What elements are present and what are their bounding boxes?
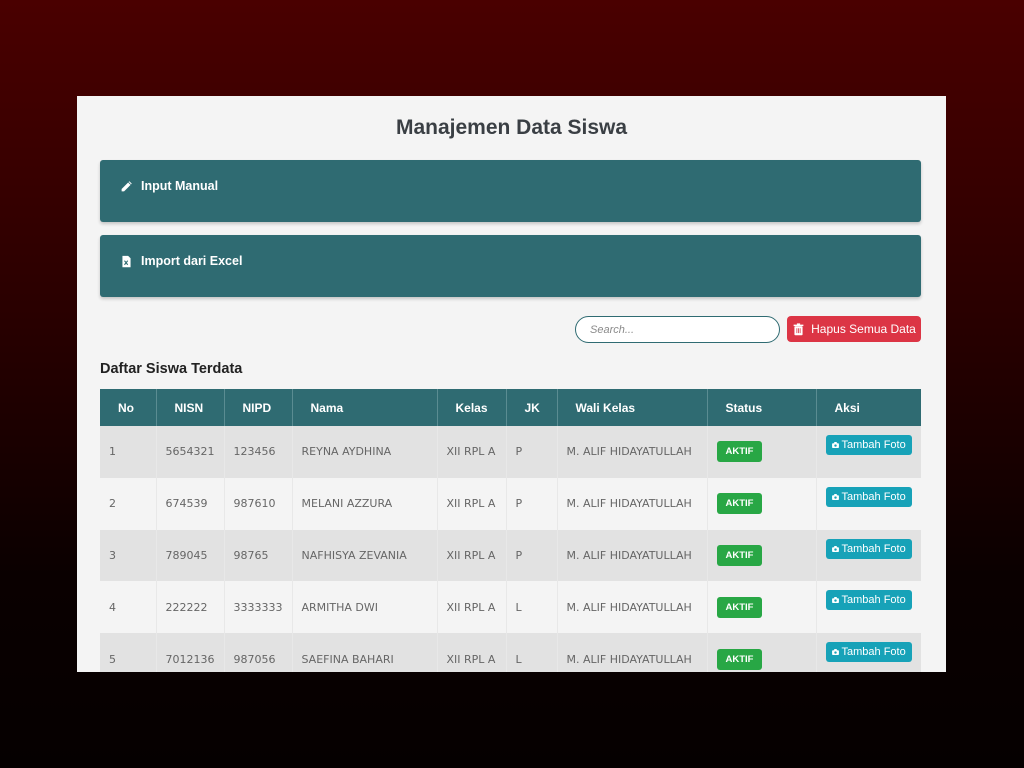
camera-icon [831,493,839,500]
trash-icon [793,322,804,335]
cell-status: AKTIF [707,581,817,634]
cell-aksi: Tambah Foto [816,477,921,530]
input-manual-label: Input Manual [141,179,219,193]
import-excel-section[interactable]: Import dari Excel [100,235,921,297]
cell-wali-kelas: M. ALIF HIDAYATULLAH [557,426,708,478]
table-row: 3 789045 98765 NAFHISYA ZEVANIA XII RPL … [100,529,921,582]
cell-aksi: Tambah Foto [816,426,921,478]
cell-kelas: XII RPL A [437,426,507,478]
add-photo-label: Tambah Foto [841,490,906,503]
cell-nama: SAEFINA BAHARI [292,633,438,672]
cell-no: 2 [100,477,157,530]
col-nipd: NIPD [224,389,293,426]
cell-nisn: 789045 [156,529,225,582]
col-aksi: Aksi [816,389,921,426]
status-badge: AKTIF [716,441,763,463]
page-title: Manajemen Data Siswa [395,116,628,139]
cell-nisn: 5654321 [156,426,225,478]
table-header-row: No NISN NIPD Nama Kelas JK Wali Kelas St… [100,389,921,426]
cell-nisn: 674539 [156,477,225,530]
col-wali-kelas: Wali Kelas [557,389,708,426]
camera-icon [831,597,839,604]
cell-no: 1 [100,426,157,478]
status-badge: AKTIF [716,596,763,618]
add-photo-button[interactable]: Tambah Foto [825,538,912,559]
camera-icon [831,545,839,552]
students-table-wrap: No NISN NIPD Nama Kelas JK Wali Kelas St… [100,389,921,672]
cell-nisn: 222222 [156,581,225,634]
col-status: Status [707,389,817,426]
col-nama: Nama [292,389,438,426]
cell-no: 5 [100,633,157,672]
table-row: 4 222222 3333333 ARMITHA DWI XII RPL A L… [100,581,921,634]
table-row: 2 674539 987610 MELANI AZZURA XII RPL A … [100,477,921,530]
cell-nipd: 123456 [224,426,293,478]
main-panel: Manajemen Data Siswa Input Manual Import… [77,96,946,672]
add-photo-button[interactable]: Tambah Foto [825,435,912,455]
cell-nipd: 987056 [224,633,293,672]
search-input[interactable] [575,316,780,343]
cell-jk: P [506,477,558,530]
cell-jk: P [506,529,558,582]
table-row: 1 5654321 123456 REYNA AYDHINA XII RPL A… [100,426,921,478]
cell-status: AKTIF [707,477,817,530]
list-heading: Daftar Siswa Terdata [100,361,243,377]
cell-nipd: 987610 [224,477,293,530]
add-photo-label: Tambah Foto [841,594,906,607]
add-photo-label: Tambah Foto [841,439,906,451]
cell-no: 4 [100,581,157,634]
cell-aksi: Tambah Foto [816,529,921,582]
cell-wali-kelas: M. ALIF HIDAYATULLAH [557,477,708,530]
cell-nama: ARMITHA DWI [292,581,438,634]
cell-wali-kelas: M. ALIF HIDAYATULLAH [557,581,708,634]
cell-no: 3 [100,529,157,582]
students-table: No NISN NIPD Nama Kelas JK Wali Kelas St… [100,389,921,672]
import-excel-label: Import dari Excel [141,254,243,268]
table-row: 5 7012136 987056 SAEFINA BAHARI XII RPL … [100,633,921,672]
status-badge: AKTIF [716,493,763,515]
cell-kelas: XII RPL A [437,477,507,530]
add-photo-label: Tambah Foto [841,646,906,659]
cell-jk: L [506,633,558,672]
camera-icon [831,649,839,656]
cell-kelas: XII RPL A [437,529,507,582]
cell-nipd: 98765 [224,529,293,582]
add-photo-button[interactable]: Tambah Foto [825,486,912,507]
status-badge: AKTIF [716,648,763,670]
cell-jk: L [506,581,558,634]
col-jk: JK [506,389,558,426]
cell-nama: MELANI AZZURA [292,477,438,530]
cell-status: AKTIF [707,633,817,672]
cell-wali-kelas: M. ALIF HIDAYATULLAH [557,529,708,582]
cell-nama: NAFHISYA ZEVANIA [292,529,438,582]
cell-kelas: XII RPL A [437,581,507,634]
cell-kelas: XII RPL A [437,633,507,672]
col-no: No [100,389,157,426]
delete-all-button[interactable]: Hapus Semua Data [787,316,921,342]
add-photo-button[interactable]: Tambah Foto [825,590,912,611]
input-manual-section[interactable]: Input Manual [100,160,921,222]
cell-nama: REYNA AYDHINA [292,426,438,478]
cell-nisn: 7012136 [156,633,225,672]
delete-all-label: Hapus Semua Data [811,322,916,336]
cell-aksi: Tambah Foto [816,581,921,634]
pencil-icon [121,180,132,191]
excel-file-icon [122,255,131,267]
add-photo-button[interactable]: Tambah Foto [825,642,912,663]
col-kelas: Kelas [437,389,507,426]
add-photo-label: Tambah Foto [841,542,906,555]
cell-wali-kelas: M. ALIF HIDAYATULLAH [557,633,708,672]
cell-status: AKTIF [707,529,817,582]
status-badge: AKTIF [716,544,763,566]
cell-jk: P [506,426,558,478]
cell-status: AKTIF [707,426,817,478]
cell-nipd: 3333333 [224,581,293,634]
camera-icon [831,442,839,448]
cell-aksi: Tambah Foto [816,633,921,672]
col-nisn: NISN [156,389,225,426]
